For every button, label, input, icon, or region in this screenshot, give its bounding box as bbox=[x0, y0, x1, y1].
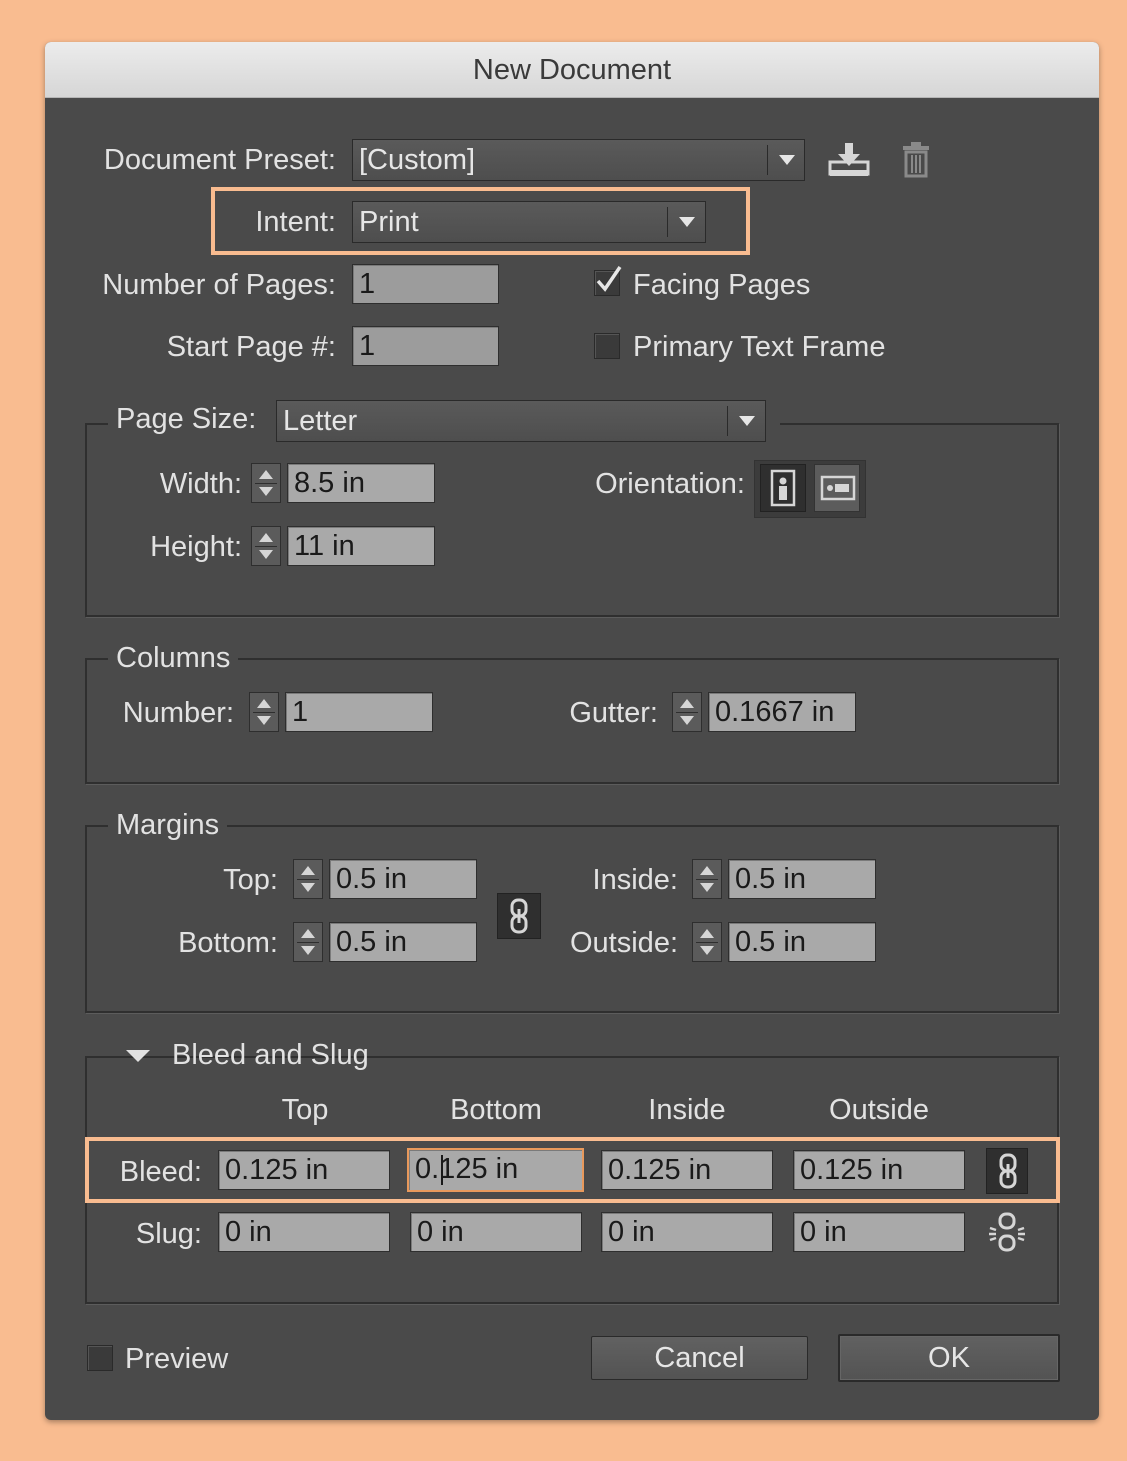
checkmark-icon bbox=[596, 266, 622, 292]
chevron-down-icon bbox=[779, 155, 795, 165]
intent-dropdown[interactable]: Print bbox=[352, 201, 706, 243]
ok-button[interactable]: OK bbox=[838, 1334, 1060, 1382]
disclosure-triangle-icon[interactable] bbox=[126, 1050, 150, 1062]
columns-number-label: Number: bbox=[122, 697, 234, 729]
slug-label: Slug: bbox=[135, 1218, 202, 1250]
margin-bottom-stepper[interactable] bbox=[293, 922, 323, 962]
margins-group bbox=[85, 825, 1059, 1013]
portrait-orientation-icon[interactable] bbox=[760, 464, 806, 512]
margin-inside-label: Inside: bbox=[592, 864, 678, 896]
preview-checkbox[interactable] bbox=[87, 1345, 113, 1371]
text-caret bbox=[441, 1155, 443, 1185]
chevron-down-icon bbox=[679, 217, 695, 227]
preview-label: Preview bbox=[125, 1343, 229, 1375]
bleed-slug-title: Bleed and Slug bbox=[172, 1039, 369, 1071]
bleed-inside-input[interactable]: 0.125 in bbox=[601, 1150, 773, 1190]
orientation-label: Orientation: bbox=[595, 468, 745, 500]
landscape-orientation-icon[interactable] bbox=[814, 464, 860, 512]
primary-text-frame-label: Primary Text Frame bbox=[633, 331, 886, 363]
margin-top-stepper[interactable] bbox=[293, 859, 323, 899]
page-size-label: Page Size: bbox=[116, 403, 257, 435]
link-margins-chain-icon[interactable] bbox=[497, 893, 541, 939]
cancel-button[interactable]: Cancel bbox=[591, 1336, 808, 1380]
bleed-outside-input[interactable]: 0.125 in bbox=[793, 1150, 965, 1190]
intent-value: Print bbox=[359, 206, 419, 238]
columns-number-input[interactable]: 1 bbox=[285, 692, 433, 732]
document-preset-label: Document Preset: bbox=[103, 144, 336, 176]
trash-icon[interactable] bbox=[898, 140, 934, 180]
margins-legend: Margins bbox=[108, 808, 228, 842]
margin-bottom-label: Bottom: bbox=[178, 927, 278, 959]
gutter-input[interactable]: 0.1667 in bbox=[708, 692, 856, 732]
page-size-group bbox=[85, 423, 1059, 617]
save-preset-icon[interactable] bbox=[826, 140, 872, 180]
number-of-pages-label: Number of Pages: bbox=[102, 269, 336, 301]
gutter-stepper[interactable] bbox=[672, 692, 702, 732]
width-input[interactable]: 8.5 in bbox=[287, 463, 435, 503]
margin-top-label: Top: bbox=[223, 864, 278, 896]
width-stepper[interactable] bbox=[251, 463, 281, 503]
margin-inside-input[interactable]: 0.5 in bbox=[728, 859, 876, 899]
document-preset-value: [Custom] bbox=[359, 144, 476, 176]
height-stepper[interactable] bbox=[251, 526, 281, 566]
slug-inside-input[interactable]: 0 in bbox=[601, 1212, 773, 1252]
facing-pages-checkbox[interactable] bbox=[594, 266, 622, 296]
number-of-pages-input[interactable]: 1 bbox=[352, 264, 499, 304]
intent-label: Intent: bbox=[255, 206, 336, 238]
margin-top-input[interactable]: 0.5 in bbox=[329, 859, 477, 899]
header-bottom: Bottom bbox=[450, 1094, 542, 1126]
bleed-label: Bleed: bbox=[119, 1156, 202, 1188]
gutter-label: Gutter: bbox=[569, 697, 658, 729]
page-size-dropdown[interactable]: Letter bbox=[276, 400, 766, 442]
margin-outside-label: Outside: bbox=[570, 927, 678, 959]
facing-pages-label: Facing Pages bbox=[633, 269, 811, 301]
margin-outside-input[interactable]: 0.5 in bbox=[728, 922, 876, 962]
header-top: Top bbox=[281, 1094, 329, 1126]
slug-top-input[interactable]: 0 in bbox=[218, 1212, 390, 1252]
start-page-label: Start Page #: bbox=[166, 331, 336, 363]
page-size-value: Letter bbox=[283, 405, 358, 437]
margin-outside-stepper[interactable] bbox=[692, 922, 722, 962]
primary-text-frame-checkbox[interactable] bbox=[594, 333, 620, 359]
columns-legend: Columns bbox=[108, 641, 239, 675]
link-bleed-chain-icon[interactable] bbox=[986, 1148, 1028, 1194]
height-input[interactable]: 11 in bbox=[287, 526, 435, 566]
slug-outside-input[interactable]: 0 in bbox=[793, 1212, 965, 1252]
broken-chain-icon[interactable] bbox=[986, 1210, 1028, 1256]
margin-inside-stepper[interactable] bbox=[692, 859, 722, 899]
start-page-input[interactable]: 1 bbox=[352, 326, 499, 366]
header-inside: Inside bbox=[648, 1094, 726, 1126]
bleed-top-input[interactable]: 0.125 in bbox=[218, 1150, 390, 1190]
document-preset-dropdown[interactable]: [Custom] bbox=[352, 139, 805, 181]
dialog-title: New Document bbox=[45, 42, 1099, 98]
header-outside: Outside bbox=[829, 1094, 929, 1126]
width-label: Width: bbox=[159, 468, 242, 500]
columns-number-stepper[interactable] bbox=[249, 692, 279, 732]
chevron-down-icon bbox=[739, 416, 755, 426]
slug-bottom-input[interactable]: 0 in bbox=[410, 1212, 582, 1252]
height-label: Height: bbox=[150, 531, 242, 563]
bleed-bottom-input[interactable]: 0.125 in bbox=[407, 1148, 584, 1192]
margin-bottom-input[interactable]: 0.5 in bbox=[329, 922, 477, 962]
